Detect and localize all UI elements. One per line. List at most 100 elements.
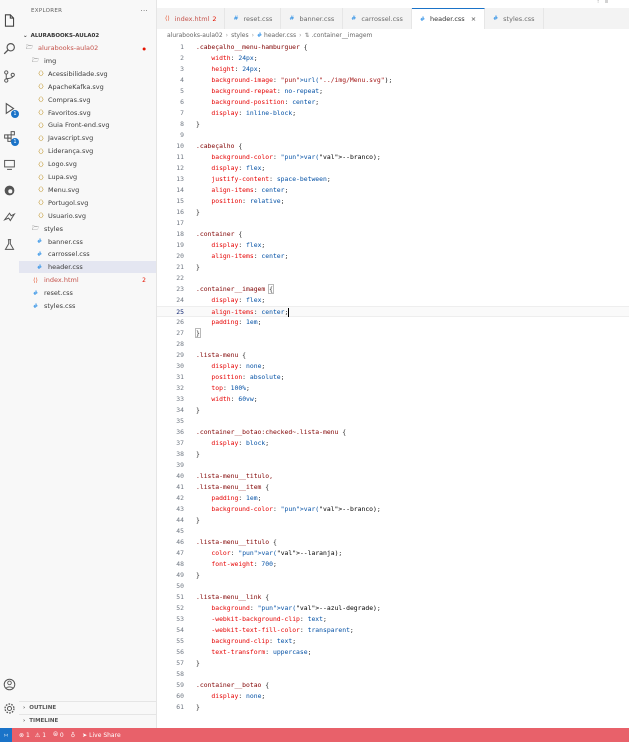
code-line[interactable]: 18 .container { [157, 229, 629, 240]
tree-item-file-svg[interactable]: 〈〉 Guia Front-end.svg [19, 119, 156, 131]
code-line[interactable]: 54 -webkit-text-fill-color: transparent; [157, 625, 629, 636]
code-line[interactable]: 13 justify-content: space-between; [157, 174, 629, 185]
edge-devtools-icon[interactable] [1, 182, 17, 198]
code-line[interactable]: 28 [157, 339, 629, 350]
code-line[interactable]: 12 display: flex; [157, 163, 629, 174]
tree-item-folder-styles[interactable]: 🗁 styles [19, 223, 156, 235]
code-editor[interactable]: 1 .cabeçalho__menu-hamburguer {2 width: 2… [157, 41, 629, 728]
timeline-section[interactable]: › TIMELINE [19, 714, 156, 727]
problems-status[interactable]: ⊗ 1 ⚠ 1 [19, 732, 46, 739]
code-line[interactable]: 31 position: absolute; [157, 372, 629, 383]
code-line[interactable]: 48 font-weight: 700; [157, 559, 629, 570]
code-line[interactable]: 47 color: "pun">var("val">--laranja); [157, 548, 629, 559]
code-line[interactable]: 9 [157, 130, 629, 141]
breadcrumb-item[interactable]: alurabooks-aula02 [167, 32, 223, 39]
code-line[interactable]: 27} [157, 328, 629, 339]
layout-icon[interactable]: ⁝ [597, 0, 599, 5]
code-line[interactable]: 43 background-color: "pun">var("val">--b… [157, 504, 629, 515]
tree-item-file-svg[interactable]: 〈〉 Compras.svg [19, 94, 156, 106]
tree-item-file-svg[interactable]: 〈〉 Logo.svg [19, 158, 156, 170]
code-line[interactable]: 35 [157, 416, 629, 427]
close-icon[interactable]: × [471, 15, 476, 23]
code-line[interactable]: 3 height: 24px; [157, 64, 629, 75]
source-control-icon[interactable] [1, 68, 17, 84]
code-line[interactable]: 10 .cabeçalho { [157, 141, 629, 152]
tree-item-file-svg[interactable]: 〈〉 Liderança.svg [19, 145, 156, 157]
tree-item-file-css[interactable]: # carrossel.css [19, 248, 156, 260]
code-line[interactable]: 19 display: flex; [157, 240, 629, 251]
code-line[interactable]: 41 .lista-menu__item { [157, 482, 629, 493]
breadcrumb-item[interactable]: .container__imagem [312, 32, 373, 39]
remote-indicator-icon[interactable]: ›‹ [0, 728, 12, 742]
tree-item-file-css[interactable]: # styles.css [19, 300, 156, 312]
tree-item-file-svg[interactable]: 〈〉 Usuario.svg [19, 210, 156, 222]
tab-styles-css[interactable]: # styles.css [485, 8, 544, 29]
tree-item-file-svg[interactable]: 〈〉 Javascript.svg [19, 132, 156, 144]
tree-item-file-svg[interactable]: 〈〉 Acessibilidade.svg [19, 68, 156, 80]
code-line[interactable]: 38} [157, 449, 629, 460]
breadcrumb-item[interactable]: header.css [264, 32, 296, 39]
code-line[interactable]: 21} [157, 262, 629, 273]
testing-icon[interactable] [1, 236, 17, 252]
tab-banner-css[interactable]: # banner.css [281, 8, 344, 29]
code-line[interactable]: 20 align-items: center; [157, 251, 629, 262]
code-line[interactable]: 4 background-image: "pun">url("../img/Me… [157, 75, 629, 86]
workspace-root[interactable]: ⌄ ALURABOOKS-AULA02 [19, 30, 156, 41]
ports-status[interactable]: ⦾ 0 [53, 731, 64, 739]
code-line[interactable]: 26 padding: 1em; [157, 317, 629, 328]
code-line[interactable]: 57} [157, 658, 629, 669]
live-share-icon[interactable] [1, 208, 17, 224]
code-line[interactable]: 56 text-transform: uppercase; [157, 647, 629, 658]
code-line[interactable]: 61} [157, 702, 629, 713]
tab-carrossel-css[interactable]: # carrossel.css [343, 8, 412, 29]
settings-gear-icon[interactable] [1, 700, 17, 716]
code-line[interactable]: 30 display: none; [157, 361, 629, 372]
live-share-status[interactable]: ➤ Live Share [82, 732, 121, 739]
code-line[interactable]: 32 top: 100%; [157, 383, 629, 394]
tree-item-file-css[interactable]: # reset.css [19, 287, 156, 299]
code-line[interactable]: 24 display: flex; [157, 295, 629, 306]
tree-item-folder-alurabooks[interactable]: 🗁 alurabooks-aula02 ● [19, 42, 156, 54]
tree-item-file-css[interactable]: # banner.css [19, 236, 156, 248]
breadcrumb-item[interactable]: styles [231, 32, 249, 39]
code-line[interactable]: 15 position: relative; [157, 196, 629, 207]
tree-item-file-html[interactable]: ⟨⟩ index.html 2 [19, 274, 156, 286]
tree-item-file-svg[interactable]: 〈〉 Portugol.svg [19, 197, 156, 209]
code-line[interactable]: 46 .lista-menu__titulo { [157, 537, 629, 548]
code-line[interactable]: 59 .container__botao { [157, 680, 629, 691]
code-line[interactable]: 16} [157, 207, 629, 218]
code-line[interactable]: 22 [157, 273, 629, 284]
code-line[interactable]: 6 background-position: center; [157, 97, 629, 108]
code-line[interactable]: 8} [157, 119, 629, 130]
code-line[interactable]: 39 [157, 460, 629, 471]
broadcast-status[interactable]: ♁ [71, 732, 75, 739]
code-line[interactable]: 58 [157, 669, 629, 680]
explorer-icon[interactable] [1, 12, 17, 28]
code-line[interactable]: 33 width: 60vw; [157, 394, 629, 405]
code-line[interactable]: 14 align-items: center; [157, 185, 629, 196]
split-icon[interactable]: ⫴ [605, 0, 608, 6]
code-line[interactable]: 51 .lista-menu__link { [157, 592, 629, 603]
code-line[interactable]: 7 display: inline-block; [157, 108, 629, 119]
code-line[interactable]: 23 .container__imagem { [157, 284, 629, 295]
code-line[interactable]: 25 align-items: center; [157, 306, 629, 317]
tree-item-file-svg[interactable]: 〈〉 Favoritos.svg [19, 107, 156, 119]
code-line[interactable]: 49} [157, 570, 629, 581]
code-line[interactable]: 44} [157, 515, 629, 526]
code-line[interactable]: 17 [157, 218, 629, 229]
tree-item-file-svg[interactable]: 〈〉 Lupa.svg [19, 171, 156, 183]
code-line[interactable]: 2 width: 24px; [157, 53, 629, 64]
tree-item-file-svg[interactable]: 〈〉 ApacheKafka.svg [19, 81, 156, 93]
code-line[interactable]: 53 -webkit-background-clip: text; [157, 614, 629, 625]
code-line[interactable]: 1 .cabeçalho__menu-hamburguer { [157, 42, 629, 53]
tree-item-file-css[interactable]: # header.css [19, 261, 156, 274]
tree-item-file-svg[interactable]: 〈〉 Menu.svg [19, 184, 156, 196]
code-line[interactable]: 52 background: "pun">var("val">--azul-de… [157, 603, 629, 614]
tree-item-folder-img[interactable]: 🗁 img [19, 55, 156, 67]
remote-explorer-icon[interactable] [1, 156, 17, 172]
outline-section[interactable]: › OUTLINE [19, 701, 156, 714]
extensions-icon[interactable]: 1 [1, 128, 19, 146]
code-line[interactable]: 45 [157, 526, 629, 537]
code-line[interactable]: 29 .lista-menu { [157, 350, 629, 361]
run-debug-icon[interactable]: 1 [1, 100, 19, 118]
